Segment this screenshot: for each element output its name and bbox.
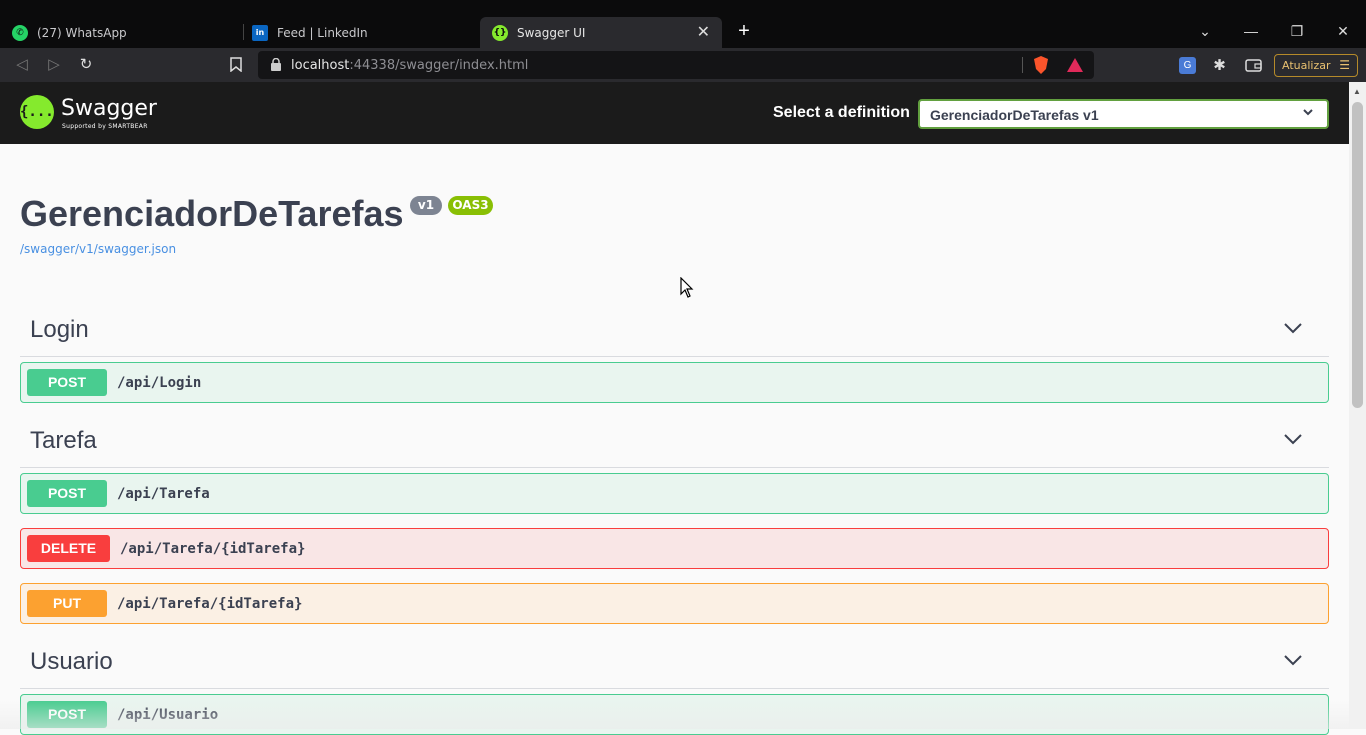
operation-post-tarefa[interactable]: POST /api/Tarefa (20, 473, 1329, 514)
definition-label: Select a definition (773, 104, 910, 121)
spec-json-link[interactable]: /swagger/v1/swagger.json (20, 242, 176, 256)
operation-put-tarefa[interactable]: PUT /api/Tarefa/{idTarefa} (20, 583, 1329, 624)
chevron-down-icon[interactable] (1284, 322, 1302, 334)
swagger-icon: {} (492, 24, 508, 41)
bookmark-icon[interactable] (230, 57, 242, 72)
forward-icon[interactable]: ▷ (45, 56, 63, 74)
version-badge: v1 (410, 196, 442, 215)
reload-icon[interactable]: ↻ (77, 56, 95, 74)
tag-name: Tarefa (30, 427, 97, 454)
menu-icon: ☰ (1339, 58, 1350, 72)
tag-login[interactable]: Login (20, 309, 1329, 357)
close-window-icon[interactable]: ✕ (1334, 22, 1352, 40)
browser-toolbar: ◁ ▷ ↻ localhost:44338/swagger/index.html… (0, 48, 1366, 82)
operation-path: /api/Tarefa/{idTarefa} (117, 596, 303, 612)
address-bar[interactable]: localhost:44338/swagger/index.html (258, 51, 1094, 79)
swagger-logo-icon[interactable]: {...} (20, 95, 62, 129)
url-text: localhost:44338/swagger/index.html (291, 58, 528, 73)
linkedin-icon: in (252, 24, 268, 41)
definition-value: GerenciadorDeTarefas v1 (930, 107, 1099, 123)
operation-path: /api/Tarefa/{idTarefa} (120, 541, 306, 557)
url-separator (1022, 57, 1023, 73)
browser-tab-bar: ✆ (27) WhatsApp in Feed | LinkedIn {} Sw… (0, 0, 1366, 48)
tab-whatsapp[interactable]: ✆ (27) WhatsApp (0, 17, 242, 48)
minimize-icon[interactable]: — (1242, 22, 1260, 40)
chevron-down-icon[interactable] (1284, 654, 1302, 666)
method-badge: POST (27, 369, 107, 396)
tag-name: Usuario (30, 648, 113, 675)
method-badge: DELETE (27, 535, 110, 562)
chevron-down-icon[interactable] (1284, 433, 1302, 445)
scroll-up-arrow-icon[interactable]: ▲ (1353, 87, 1361, 96)
operation-post-login[interactable]: POST /api/Login (20, 362, 1329, 403)
extensions-icon[interactable]: ✱ (1211, 57, 1228, 74)
method-badge: POST (27, 480, 107, 507)
tag-name: Login (30, 316, 89, 343)
operation-path: /api/Tarefa (117, 486, 210, 502)
restore-icon[interactable]: ❐ (1288, 22, 1306, 40)
swagger-logo-text[interactable]: Swagger (61, 96, 157, 121)
whatsapp-icon: ✆ (12, 24, 28, 41)
tag-usuario[interactable]: Usuario (20, 641, 1329, 689)
method-badge: PUT (27, 590, 107, 617)
url-host: localhost (291, 58, 350, 73)
brave-shield-icon[interactable] (1033, 56, 1049, 74)
page-scrollbar[interactable]: ▲ (1349, 82, 1366, 729)
translate-extension-icon[interactable]: G (1179, 57, 1196, 74)
api-title: GerenciadorDeTarefas (20, 193, 404, 234)
definition-select[interactable]: GerenciadorDeTarefas v1 (918, 99, 1329, 129)
swagger-logo-subtitle: Supported by SMARTBEAR (62, 123, 148, 130)
brave-rewards-icon[interactable] (1067, 58, 1083, 72)
swagger-topbar: {...} Swagger Supported by SMARTBEAR Sel… (0, 82, 1349, 144)
scroll-thumb[interactable] (1352, 102, 1363, 408)
tag-tarefa[interactable]: Tarefa (20, 420, 1329, 468)
tab-linkedin[interactable]: in Feed | LinkedIn (240, 17, 480, 48)
update-button[interactable]: Atualizar ☰ (1274, 54, 1358, 77)
wallet-icon[interactable] (1245, 57, 1262, 74)
tab-title: (27) WhatsApp (37, 25, 127, 40)
operation-path: /api/Usuario (117, 707, 219, 723)
operation-path: /api/Login (117, 375, 202, 391)
lock-icon (271, 58, 281, 71)
new-tab-button[interactable]: + (735, 20, 753, 42)
tab-swagger-ui[interactable]: {} Swagger UI ✕ (480, 17, 722, 48)
operation-delete-tarefa[interactable]: DELETE /api/Tarefa/{idTarefa} (20, 528, 1329, 569)
update-label: Atualizar (1282, 59, 1331, 72)
oas-badge: OAS3 (448, 196, 493, 215)
tab-search-chevron-icon[interactable]: ⌄ (1196, 22, 1214, 40)
method-badge: POST (27, 701, 107, 728)
chevron-down-icon (1303, 109, 1313, 116)
mouse-cursor-icon (680, 277, 694, 298)
back-icon[interactable]: ◁ (13, 56, 31, 74)
tab-title: Feed | LinkedIn (277, 25, 368, 40)
url-path: :44338/swagger/index.html (349, 58, 529, 73)
tab-title: Swagger UI (517, 25, 586, 40)
close-tab-icon[interactable]: ✕ (697, 24, 710, 40)
